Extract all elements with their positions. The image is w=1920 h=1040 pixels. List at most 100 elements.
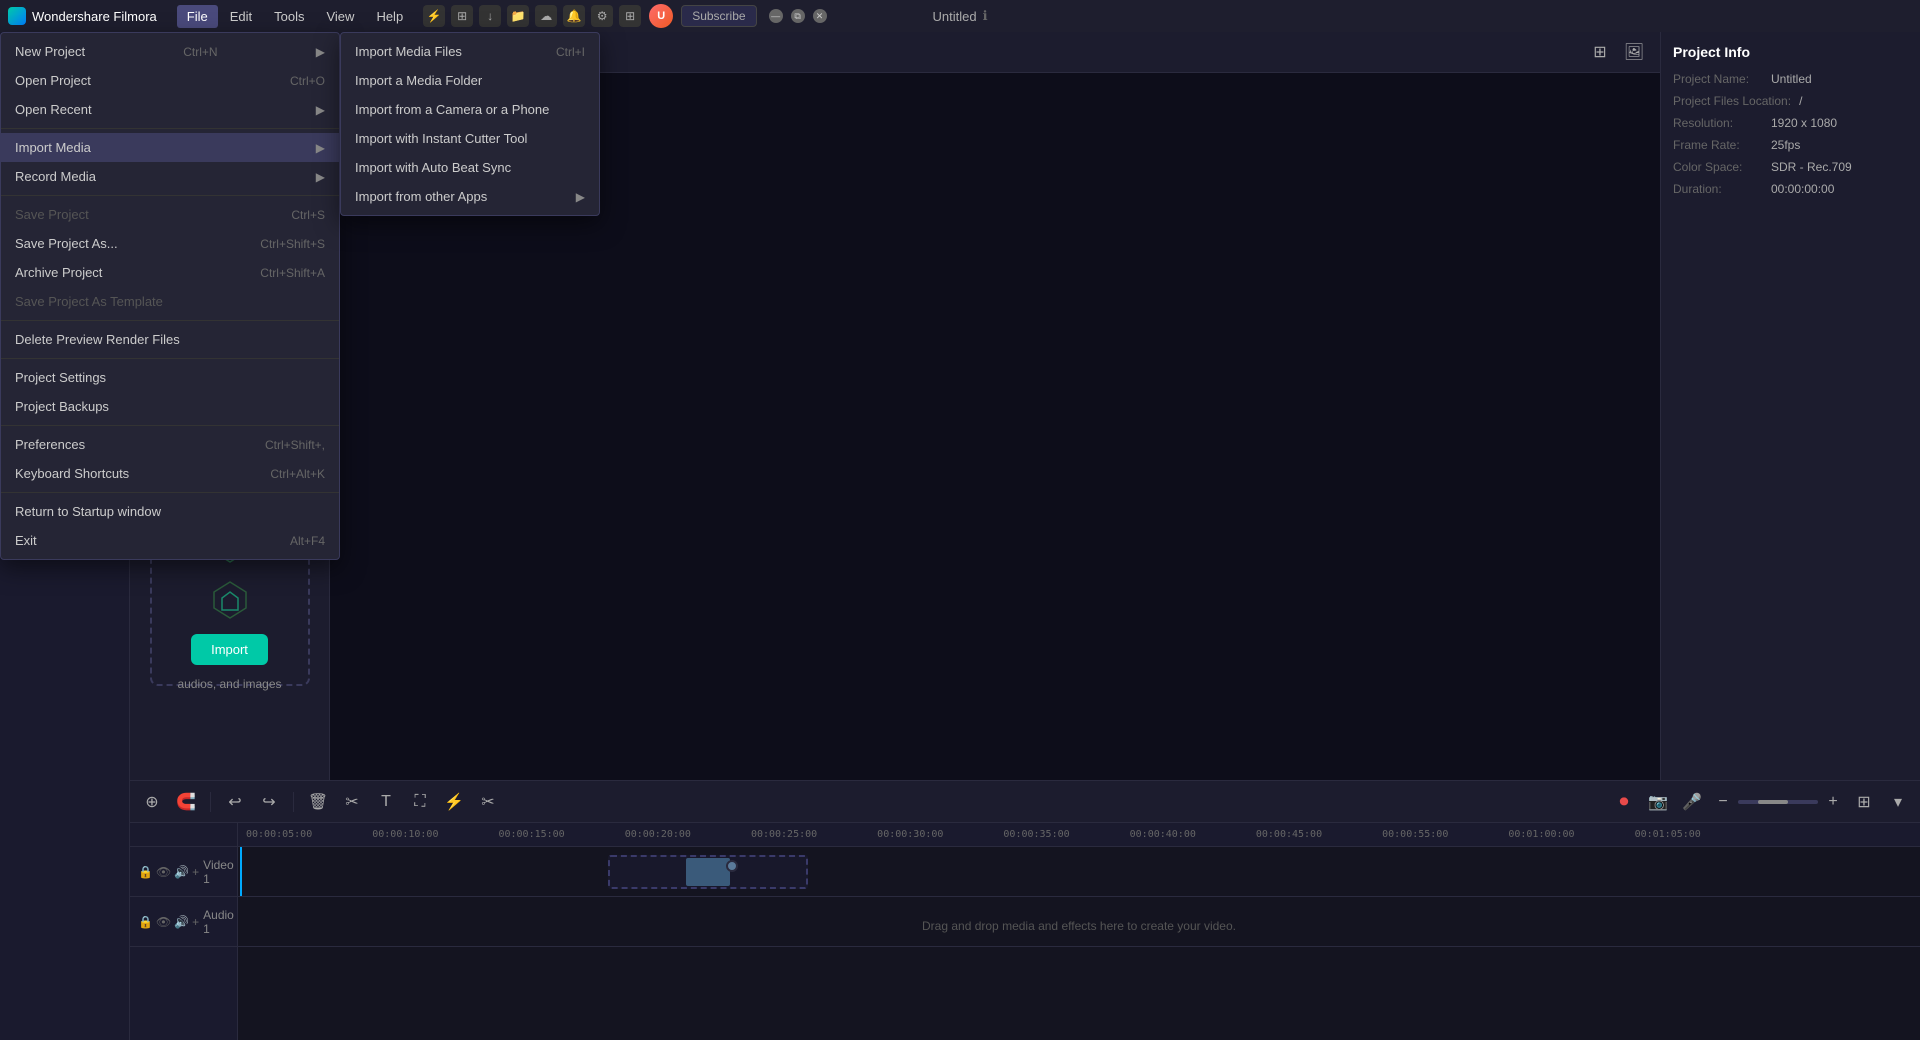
timeline-mic-btn[interactable]: 🎤 [1678, 788, 1706, 816]
timeline-settings-btn[interactable]: ▾ [1884, 788, 1912, 816]
zoom-control: − + [1712, 791, 1844, 813]
timeline-track-area: 🔒 👁 🔊 + Video 1 🔒 👁 🔊 + Audio 1 00: [130, 823, 1920, 1040]
menu-project-settings[interactable]: Project Settings [1, 363, 339, 392]
zoom-in-button[interactable]: + [1822, 791, 1844, 813]
timeline-tool-select[interactable]: ⊕ [138, 788, 166, 816]
menu-import-media[interactable]: Import Media ▶ [1, 133, 339, 162]
menu-delete-preview[interactable]: Delete Preview Render Files [1, 325, 339, 354]
import-button[interactable]: Import [191, 634, 268, 665]
video1-sound-icon[interactable]: 🔊 [174, 865, 189, 879]
menu-edit[interactable]: Edit [220, 5, 262, 28]
restore-button[interactable]: ⧉ [791, 9, 805, 23]
audio1-eye-icon[interactable]: 👁 [156, 915, 171, 929]
audio1-lock-icon[interactable]: 🔒 [138, 915, 153, 929]
menu-preferences[interactable]: Preferences Ctrl+Shift+, [1, 430, 339, 459]
menu-save-project-as[interactable]: Save Project As... Ctrl+Shift+S [1, 229, 339, 258]
subscribe-button[interactable]: Subscribe [681, 5, 756, 27]
close-button[interactable]: ✕ [813, 9, 827, 23]
menu-new-project[interactable]: New Project Ctrl+N ▶ [1, 37, 339, 66]
player-tool-grid[interactable]: ⊞ [1586, 38, 1614, 66]
info-icon[interactable]: ℹ [983, 8, 988, 24]
menu-section-6: Preferences Ctrl+Shift+, Keyboard Shortc… [1, 425, 339, 492]
timeline-tool-undo[interactable]: ↩ [221, 788, 249, 816]
menu-open-recent[interactable]: Open Recent ▶ [1, 95, 339, 124]
app-name: Wondershare Filmora [32, 9, 157, 24]
header-icon-1[interactable]: ⚡ [423, 5, 445, 27]
zoom-slider[interactable] [1738, 800, 1818, 804]
video1-add-icon[interactable]: + [192, 865, 199, 879]
submenu-import-auto-beat[interactable]: Import with Auto Beat Sync [341, 153, 599, 182]
player-tool-image[interactable]: 🖼 [1620, 38, 1648, 66]
menu-help[interactable]: Help [366, 5, 413, 28]
menu-record-media-arrow: ▶ [316, 170, 325, 184]
titlebar: Wondershare Filmora File Edit Tools View… [0, 0, 1920, 32]
playhead [240, 847, 242, 896]
header-icon-2[interactable]: ⊞ [451, 5, 473, 27]
timeline-tool-magnet[interactable]: 🧲 [172, 788, 200, 816]
user-avatar[interactable]: U [649, 4, 673, 28]
window-title: Untitled [932, 9, 976, 24]
audio1-sound-icon[interactable]: 🔊 [174, 915, 189, 929]
menu-import-media-arrow: ▶ [316, 141, 325, 155]
menu-record-media[interactable]: Record Media ▶ [1, 162, 339, 191]
video1-label: 🔒 👁 🔊 + Video 1 [130, 847, 237, 897]
timeline-tool-delete[interactable]: 🗑 [304, 788, 332, 816]
filmora-logo-bottom [205, 578, 255, 622]
menu-record-media-label: Record Media [15, 169, 96, 184]
timeline-tool-crop[interactable]: ⛶ [406, 788, 434, 816]
submenu-import-camera[interactable]: Import from a Camera or a Phone [341, 95, 599, 124]
timeline-ruler: 00:00:05:00 00:00:10:00 00:00:15:00 00:0… [238, 823, 1920, 847]
video1-lock-icon[interactable]: 🔒 [138, 865, 153, 879]
header-icon-6[interactable]: 🔔 [563, 5, 585, 27]
ruler-tick-3: 00:00:15:00 [498, 829, 564, 840]
submenu-import-instant-cutter[interactable]: Import with Instant Cutter Tool [341, 124, 599, 153]
ruler-tick-2: 00:00:10:00 [372, 829, 438, 840]
menu-open-project-shortcut: Ctrl+O [290, 74, 325, 88]
menu-keyboard-shortcuts[interactable]: Keyboard Shortcuts Ctrl+Alt+K [1, 459, 339, 488]
menu-delete-preview-label: Delete Preview Render Files [15, 332, 180, 347]
menu-section-2: Import Media ▶ Record Media ▶ [1, 128, 339, 195]
audio1-track-label: Audio 1 [203, 908, 234, 936]
header-icon-5[interactable]: ☁ [535, 5, 557, 27]
menu-view[interactable]: View [316, 5, 364, 28]
menu-save-project-shortcut: Ctrl+S [291, 208, 325, 222]
timeline-tool-redo[interactable]: ↪ [255, 788, 283, 816]
timeline-tool-cut[interactable]: ✂ [338, 788, 366, 816]
submenu-import-instant-cutter-label: Import with Instant Cutter Tool [355, 131, 527, 146]
menu-open-project[interactable]: Open Project Ctrl+O [1, 66, 339, 95]
info-label-colorspace: Color Space: [1673, 160, 1763, 174]
menu-archive-project[interactable]: Archive Project Ctrl+Shift+A [1, 258, 339, 287]
menu-project-backups[interactable]: Project Backups [1, 392, 339, 421]
submenu-import-folder[interactable]: Import a Media Folder [341, 66, 599, 95]
menu-tools[interactable]: Tools [264, 5, 314, 28]
timeline-tool-speed[interactable]: ⚡ [440, 788, 468, 816]
ruler-tick-6: 00:00:30:00 [877, 829, 943, 840]
zoom-out-button[interactable]: − [1712, 791, 1734, 813]
menu-keyboard-shortcuts-shortcut: Ctrl+Alt+K [270, 467, 325, 481]
menu-exit[interactable]: Exit Alt+F4 [1, 526, 339, 555]
menu-file[interactable]: File [177, 5, 218, 28]
menu-exit-label: Exit [15, 533, 37, 548]
menu-project-backups-label: Project Backups [15, 399, 109, 414]
header-icon-8[interactable]: ⊞ [619, 5, 641, 27]
header-icon-7[interactable]: ⚙ [591, 5, 613, 27]
submenu-import-files[interactable]: Import Media Files Ctrl+I [341, 37, 599, 66]
menu-save-project-label: Save Project [15, 207, 89, 222]
menu-import-media-label: Import Media [15, 140, 91, 155]
timeline-tool-more[interactable]: ✂ [474, 788, 502, 816]
submenu-import-other-apps[interactable]: Import from other Apps ▶ [341, 182, 599, 211]
header-icon-4[interactable]: 📁 [507, 5, 529, 27]
audio1-add-icon[interactable]: + [192, 915, 199, 929]
submenu-import-files-shortcut: Ctrl+I [556, 45, 585, 59]
menu-return-startup[interactable]: Return to Startup window [1, 497, 339, 526]
timeline-tracks-scroll[interactable]: 00:00:05:00 00:00:10:00 00:00:15:00 00:0… [238, 823, 1920, 1040]
info-row-name: Project Name: Untitled [1673, 72, 1908, 86]
header-icon-3[interactable]: ↓ [479, 5, 501, 27]
timeline-layout-btn[interactable]: ⊞ [1850, 788, 1878, 816]
timeline-record-btn[interactable]: ⏺ [1610, 788, 1638, 816]
minimize-button[interactable]: — [769, 9, 783, 23]
video1-eye-icon[interactable]: 👁 [156, 865, 171, 879]
info-label-resolution: Resolution: [1673, 116, 1763, 130]
timeline-tool-text[interactable]: T [372, 788, 400, 816]
timeline-camera-btn[interactable]: 📷 [1644, 788, 1672, 816]
